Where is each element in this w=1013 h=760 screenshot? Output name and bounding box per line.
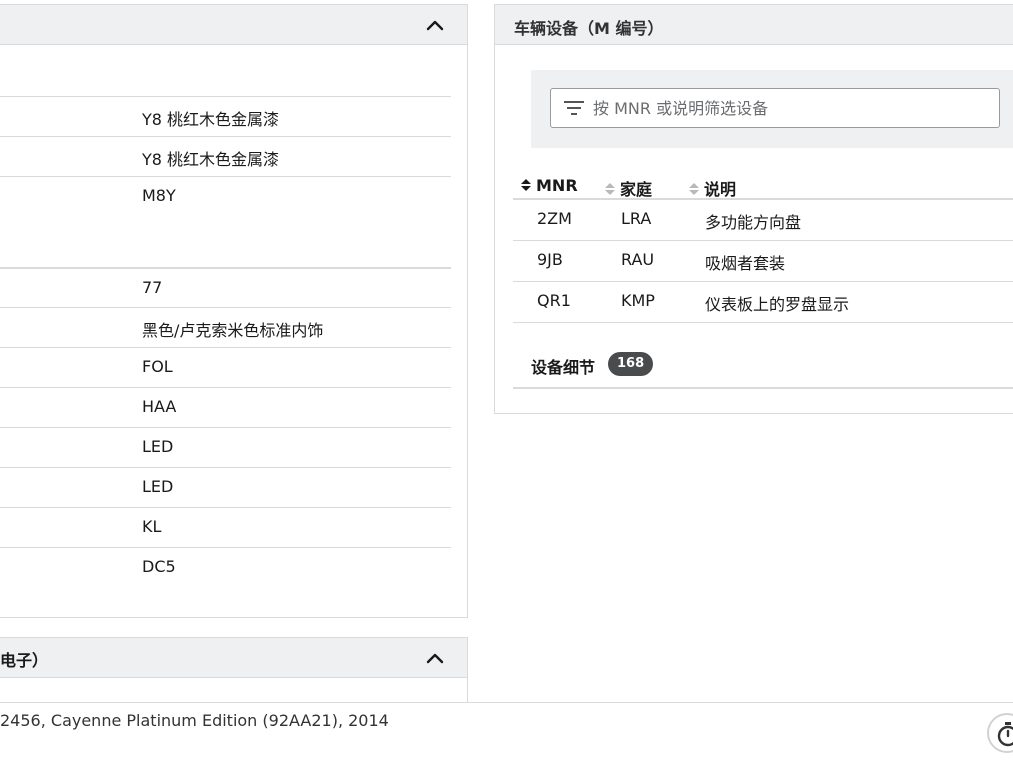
filter-area [531, 70, 1013, 148]
collapse-chevron-up-icon[interactable] [425, 648, 445, 668]
column-label: MNR [536, 176, 578, 195]
column-header-description[interactable]: 说明 [688, 176, 736, 200]
timer-button[interactable] [987, 713, 1013, 753]
equipment-details-toggle[interactable]: 设备细节 168 [513, 341, 1013, 389]
info-row: M8Y [0, 176, 451, 267]
column-label: 说明 [704, 180, 737, 199]
equipment-count-badge: 168 [608, 352, 654, 376]
electronics-header[interactable]: 电子） [0, 638, 467, 678]
table-header: MNR 家庭 说明 [513, 171, 1013, 200]
column-header-mnr[interactable]: MNR [520, 176, 578, 195]
info-value: M8Y [142, 186, 176, 205]
vehicle-info-header[interactable] [0, 5, 467, 45]
info-value: KL [142, 517, 162, 536]
info-row: LED [0, 467, 451, 507]
cell-family: KMP [621, 291, 655, 310]
sort-icon [689, 183, 699, 195]
electronics-title: 电子） [0, 651, 49, 670]
vehicle-info-panel: Y8 桃红木色金属漆 Y8 桃红木色金属漆 M8Y 77 黑色/卢克索米色标准内… [0, 4, 468, 618]
cell-mnr: 9JB [537, 250, 563, 269]
info-value: DC5 [142, 557, 176, 576]
info-value: Y8 桃红木色金属漆 [142, 110, 280, 129]
info-row: 77 [0, 267, 451, 307]
stopwatch-icon [997, 722, 1013, 747]
equipment-table: MNR 家庭 说明 2ZM LRA 多功能方向盘 9JB RAU 吸烟者套装 Q… [513, 171, 1013, 323]
column-header-family[interactable]: 家庭 [604, 176, 652, 200]
cell-family: RAU [621, 250, 655, 269]
vehicle-equipment-title: 车辆设备（M 编号） [514, 19, 664, 38]
collapse-chevron-up-icon[interactable] [425, 15, 445, 35]
info-row: KL [0, 507, 451, 547]
info-value: LED [142, 437, 174, 456]
cell-description: 吸烟者套装 [705, 254, 786, 273]
info-row: 黑色/卢克索米色标准内饰 [0, 307, 451, 347]
sort-icon [605, 183, 615, 195]
cell-family: LRA [621, 209, 652, 228]
page: Y8 桃红木色金属漆 Y8 桃红木色金属漆 M8Y 77 黑色/卢克索米色标准内… [0, 0, 1013, 760]
equipment-details-label: 设备细节 [531, 358, 596, 377]
info-row: Y8 桃红木色金属漆 [0, 136, 451, 176]
info-row: HAA [0, 387, 451, 427]
info-row: Y8 桃红木色金属漆 [0, 96, 451, 136]
filter-field[interactable] [550, 88, 1000, 128]
info-row: FOL [0, 347, 451, 387]
info-row: DC5 [0, 547, 451, 587]
info-value: LED [142, 477, 174, 496]
info-value: HAA [142, 397, 177, 416]
info-value: 77 [142, 278, 163, 297]
footer-bar: 2456, Cayenne Platinum Edition (92AA21),… [0, 702, 1013, 760]
vehicle-summary-text: 2456, Cayenne Platinum Edition (92AA21),… [0, 711, 389, 730]
vehicle-equipment-header: 车辆设备（M 编号） [495, 5, 1013, 45]
info-value: 黑色/卢克索米色标准内饰 [142, 321, 324, 340]
filter-icon [563, 99, 585, 117]
table-row[interactable]: QR1 KMP 仪表板上的罗盘显示 [513, 282, 1013, 323]
cell-mnr: QR1 [537, 291, 571, 310]
table-row[interactable]: 2ZM LRA 多功能方向盘 [513, 200, 1013, 241]
filter-input[interactable] [593, 89, 993, 127]
cell-mnr: 2ZM [537, 209, 572, 228]
column-label: 家庭 [620, 180, 653, 199]
info-value: Y8 桃红木色金属漆 [142, 150, 280, 169]
cell-description: 多功能方向盘 [705, 213, 802, 232]
table-row[interactable]: 9JB RAU 吸烟者套装 [513, 241, 1013, 282]
info-row: LED [0, 427, 451, 467]
vehicle-equipment-panel: 车辆设备（M 编号） MNR 家庭 说明 [494, 4, 1013, 414]
info-value: FOL [142, 357, 173, 376]
vehicle-info-rows: Y8 桃红木色金属漆 Y8 桃红木色金属漆 M8Y 77 黑色/卢克索米色标准内… [0, 96, 451, 587]
sort-icon [521, 179, 531, 191]
cell-description: 仪表板上的罗盘显示 [705, 295, 850, 314]
